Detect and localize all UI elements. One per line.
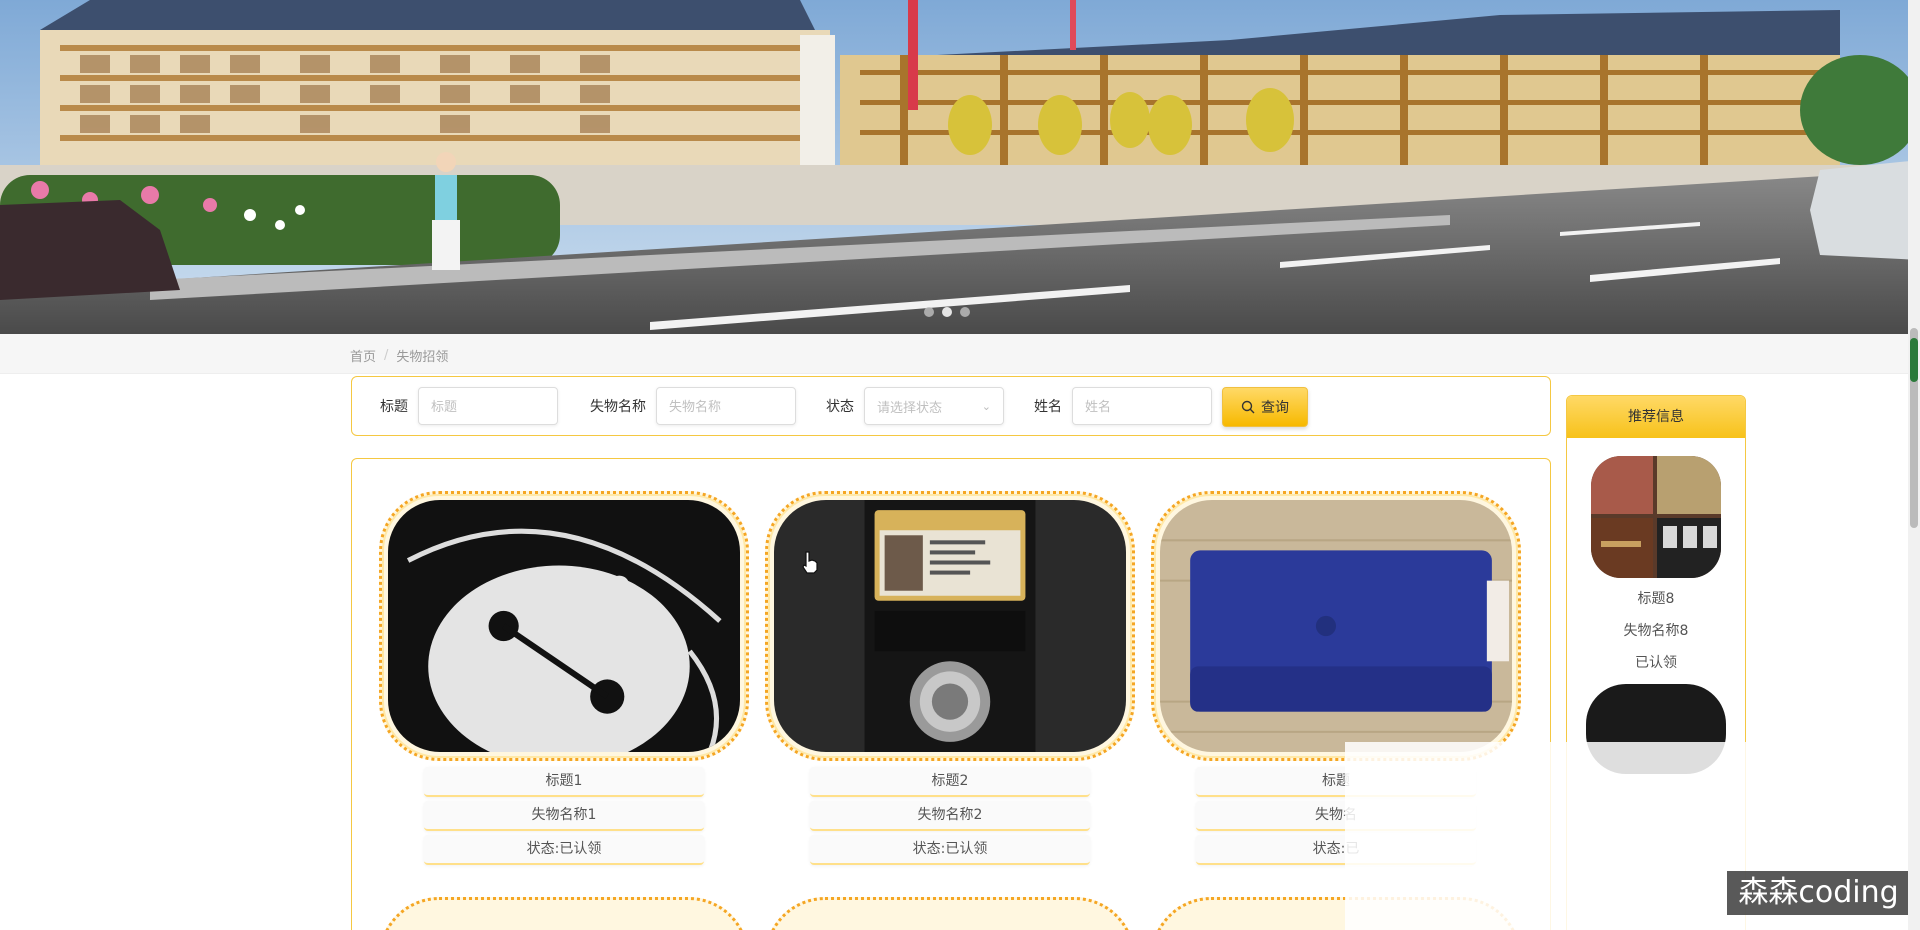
lost-item-name-field: 失物名称 — [590, 387, 796, 425]
search-bar: 标题 失物名称 状态 请选择状态 ⌄ 姓名 查询 — [351, 376, 1551, 436]
title-label: 标题 — [380, 399, 408, 415]
campus-banner-image — [0, 0, 1920, 334]
lost-item-status: 状态:已认领 — [810, 835, 1090, 865]
lost-item-title: 标题2 — [810, 767, 1090, 797]
breadcrumb-home[interactable]: 首页 — [350, 346, 376, 365]
hand-cursor-icon — [802, 551, 818, 574]
lost-item-status: 状态:已认领 — [424, 835, 704, 865]
query-button[interactable]: 查询 — [1222, 387, 1308, 427]
person-name-field: 姓名 — [1034, 387, 1212, 425]
carousel-dot-active[interactable] — [942, 307, 952, 317]
status-label: 状态 — [826, 399, 854, 415]
lost-item-image-frame — [1151, 491, 1521, 761]
recommend-item-status: 已认领 — [1635, 655, 1677, 671]
id-card-wallet-image — [774, 500, 1126, 752]
status-select[interactable]: 请选择状态 ⌄ — [864, 387, 1004, 425]
person-name-input[interactable] — [1072, 387, 1212, 425]
query-button-label: 查询 — [1261, 400, 1289, 416]
recommend-item-image-frame[interactable] — [1591, 456, 1721, 578]
wallets-and-phones-image — [1591, 456, 1721, 578]
lost-item-card[interactable]: 标题1 失物名称1 状态:已认领 — [379, 491, 749, 865]
page-scrollbar[interactable] — [1908, 0, 1920, 930]
lost-item-image-frame — [379, 897, 749, 930]
title-field: 标题 — [380, 387, 558, 425]
lost-item-image-frame — [765, 897, 1135, 930]
breadcrumb-bar: 首页 / 失物招领 — [0, 334, 1920, 374]
recommend-item-name: 失物名称8 — [1623, 623, 1689, 639]
carousel-dot[interactable] — [924, 307, 934, 317]
person-name-label: 姓名 — [1034, 399, 1062, 415]
baymax-coin-purse-image — [388, 500, 740, 752]
title-input[interactable] — [418, 387, 558, 425]
carousel-dots — [924, 307, 970, 317]
banner-carousel[interactable] — [0, 0, 1920, 334]
breadcrumb-current[interactable]: 失物招领 — [396, 346, 448, 365]
breadcrumb: 首页 / 失物招领 — [350, 346, 448, 365]
recommend-heading: 推荐信息 — [1567, 396, 1745, 438]
search-icon — [1241, 400, 1255, 414]
watermark: 森森coding — [1727, 871, 1910, 915]
chevron-down-icon: ⌄ — [981, 399, 991, 413]
lost-item-name: 失物名称1 — [424, 801, 704, 831]
lost-item-name: 失物名称2 — [810, 801, 1090, 831]
breadcrumb-separator: / — [384, 348, 389, 363]
lost-item-card[interactable]: 标题2 失物名称2 状态:已认领 — [765, 491, 1135, 865]
lost-item-image-frame — [765, 491, 1135, 761]
recommend-item-title: 标题8 — [1637, 591, 1675, 607]
lost-item-title: 标题1 — [424, 767, 704, 797]
scrollbar-indicator — [1910, 338, 1918, 382]
carousel-dot[interactable] — [960, 307, 970, 317]
status-select-placeholder: 请选择状态 — [877, 400, 943, 416]
page: 首页 / 失物招领 标题 失物名称 状态 请选择状态 ⌄ 姓名 查询 — [0, 0, 1920, 930]
status-field: 状态 请选择状态 ⌄ — [826, 387, 1004, 425]
lost-item-name-input[interactable] — [656, 387, 796, 425]
blue-wallet-image — [1160, 500, 1512, 752]
lost-item-image-frame — [379, 491, 749, 761]
lost-item-name-label: 失物名称 — [590, 399, 646, 415]
